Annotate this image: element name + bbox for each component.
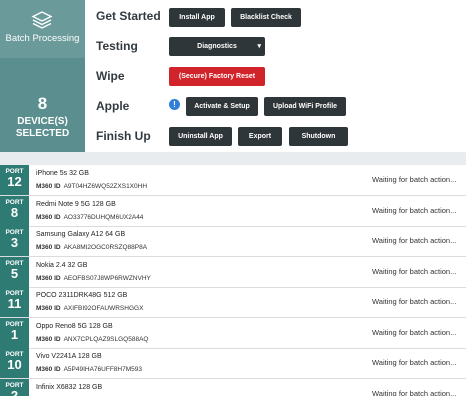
- finish-up-label: Finish Up: [96, 129, 151, 143]
- port-number: 11: [7, 296, 22, 311]
- m360-id-label: M360 ID: [36, 274, 61, 282]
- sidebar: Batch Processing 8 DEVICE(S) SELECTED: [0, 0, 85, 152]
- port-badge: PORT 5: [0, 256, 29, 287]
- devices-selected-label: DEVICE(S) SELECTED: [0, 116, 85, 140]
- device-id: AO33776DUHQM6UX2A44: [63, 213, 144, 221]
- device-id-line: M360 ID AO33776DUHQM6UX2A44: [36, 214, 143, 221]
- device-name: Nokia 2.4 32 GB: [36, 261, 88, 269]
- diagnostics-dropdown[interactable]: Diagnostics ▾: [169, 37, 265, 56]
- device-row[interactable]: PORT 8 Redmi Note 9 5G 128 GB M360 ID AO3377…: [0, 195, 466, 227]
- devices-label-line2: SELECTED: [15, 128, 70, 139]
- get-started-row: Get Started Install App Blacklist Check: [85, 2, 466, 32]
- port-badge: PORT 12: [0, 165, 29, 195]
- device-row[interactable]: PORT 1 Oppo Reno8 5G 128 GB M360 ID ANX7CPLQ…: [0, 317, 466, 349]
- port-number: 12: [7, 174, 22, 189]
- device-status: Waiting for batch action...: [372, 358, 457, 367]
- device-status: Waiting for batch action...: [372, 297, 457, 306]
- device-id: AEOFBS07J8WP6RWZNVHY: [63, 274, 151, 282]
- port-badge: PORT 3: [0, 226, 29, 256]
- apple-row: Apple ! Activate & Setup Upload WiFi Pro…: [85, 92, 466, 122]
- device-name: POCO 2311DRK48G 512 GB: [36, 292, 128, 299]
- device-status: Waiting for batch action...: [372, 266, 457, 276]
- device-row[interactable]: PORT 3 Samsung Galaxy A12 64 GB M360 ID AKA8…: [0, 226, 466, 257]
- device-id: AKA8MI2OGC0RSZQ88P8A: [63, 244, 148, 251]
- get-started-label: Get Started: [96, 9, 161, 23]
- device-id-line: M360 ID A9T04HZ6WQ52ZXS1X0HH: [36, 183, 147, 190]
- device-row[interactable]: PORT 11 POCO 2311DRK48G 512 GB M360 ID AXIFB…: [0, 287, 466, 318]
- device-row[interactable]: PORT 5 Nokia 2.4 32 GB M360 ID AEOFBS07J8WP6…: [0, 256, 466, 288]
- m360-id-label: M360 ID: [36, 213, 61, 221]
- device-name: Vivo V2241A 128 GB: [36, 353, 102, 360]
- batch-processing-label: Batch Processing: [5, 33, 80, 44]
- factory-reset-button[interactable]: (Secure) Factory Reset: [169, 67, 265, 86]
- diagnostics-label: Diagnostics: [197, 43, 237, 50]
- port-badge: PORT 10: [0, 348, 29, 378]
- port-number: 2: [10, 387, 19, 396]
- device-name: Oppo Reno8 5G 128 GB: [36, 322, 113, 330]
- layers-icon: [31, 11, 53, 29]
- finish-up-row: Finish Up Uninstall App Export Shutdown: [85, 122, 466, 152]
- device-count: 8: [37, 94, 48, 113]
- testing-label: Testing: [96, 39, 138, 53]
- batch-processing-tab[interactable]: Batch Processing: [0, 0, 85, 58]
- m360-id-label: M360 ID: [36, 366, 61, 373]
- activate-setup-button[interactable]: Activate & Setup: [186, 97, 258, 116]
- device-id: A5P49IHA76UFF8H7M593: [63, 366, 142, 373]
- device-status: Waiting for batch action...: [372, 236, 457, 245]
- device-status: Waiting for batch action...: [372, 327, 457, 337]
- device-row[interactable]: PORT2Infinix X6832 128 GBM360 IDWaiting …: [0, 378, 466, 396]
- shutdown-button[interactable]: Shutdown: [289, 127, 348, 146]
- blacklist-check-button[interactable]: Blacklist Check: [231, 8, 301, 27]
- device-id-line: M360 ID AXIFBI92OFAUWRSHGGX: [36, 305, 143, 312]
- device-name: Redmi Note 9 5G 128 GB: [36, 200, 116, 208]
- port-number: 8: [10, 204, 19, 220]
- device-id-line: M360 ID AEOFBS07J8WP6RWZNVHY: [36, 275, 151, 282]
- info-icon[interactable]: !: [169, 99, 180, 110]
- export-button[interactable]: Export: [238, 127, 282, 146]
- device-name: iPhone 5s 32 GB: [36, 170, 89, 177]
- device-id: A9T04HZ6WQ52ZXS1X0HH: [63, 183, 148, 190]
- device-row[interactable]: PORT 10 Vivo V2241A 128 GB M360 ID A5P49IHA7…: [0, 348, 466, 379]
- scrollbar[interactable]: [466, 0, 474, 396]
- device-id-line: M360 ID ANX7CPLQAZ9SLGQ588AQ: [36, 336, 148, 343]
- port-badge: PORT 8: [0, 195, 29, 226]
- device-id-line: M360 ID AKA8MI2OGC0RSZQ88P8A: [36, 244, 147, 251]
- port-number: 10: [7, 357, 22, 372]
- port-number: 5: [10, 265, 19, 281]
- device-row[interactable]: PORT 12 iPhone 5s 32 GB M360 ID A9T04HZ6WQ52…: [0, 165, 466, 196]
- device-status: Waiting for batch action...: [372, 175, 457, 184]
- m360-id-label: M360 ID: [36, 244, 61, 251]
- device-name: Infinix X6832 128 GB: [36, 383, 103, 391]
- upload-wifi-profile-button[interactable]: Upload WiFi Profile: [264, 97, 346, 116]
- m360-id-label: M360 ID: [36, 335, 61, 343]
- device-list: PORT 12 iPhone 5s 32 GB M360 ID A9T04HZ6WQ52…: [0, 165, 466, 396]
- wipe-row: Wipe (Secure) Factory Reset: [85, 62, 466, 92]
- device-id: AXIFBI92OFAUWRSHGGX: [63, 305, 144, 312]
- wipe-label: Wipe: [96, 69, 125, 83]
- device-status: Waiting for batch action...: [372, 205, 457, 215]
- port-badge: PORT 2: [0, 378, 29, 396]
- port-badge: PORT 11: [0, 287, 29, 317]
- device-id-line: M360 ID A5P49IHA76UFF8H7M593: [36, 366, 142, 373]
- apple-label: Apple: [96, 99, 130, 113]
- caret-down-icon: ▾: [257, 43, 261, 50]
- m360-id-label: M360 ID: [36, 183, 61, 190]
- devices-label-line1: DEVICE(S): [17, 116, 68, 127]
- device-id: ANX7CPLQAZ9SLGQ588AQ: [63, 335, 149, 343]
- device-name: Samsung Galaxy A12 64 GB: [36, 231, 126, 238]
- testing-row: Testing Diagnostics ▾: [85, 32, 466, 62]
- actions-panel: Get Started Install App Blacklist Check …: [85, 0, 466, 152]
- device-status: Waiting for batch action...: [372, 388, 457, 396]
- port-number: 3: [10, 235, 19, 250]
- port-badge: PORT 1: [0, 317, 29, 348]
- install-app-button[interactable]: Install App: [169, 8, 225, 27]
- uninstall-app-button[interactable]: Uninstall App: [169, 127, 232, 146]
- m360-id-label: M360 ID: [36, 305, 61, 312]
- port-number: 1: [10, 326, 19, 342]
